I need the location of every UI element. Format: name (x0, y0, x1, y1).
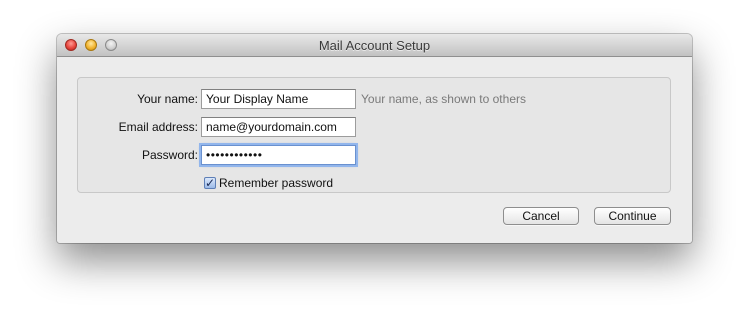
your-name-field[interactable]: Your Display Name (201, 89, 356, 109)
email-address-field[interactable]: name@yourdomain.com (201, 117, 356, 137)
password-label: Password: (141, 148, 198, 162)
email-address-label: Email address: (118, 120, 198, 134)
mail-account-setup-window: Mail Account Setup Your name: Your Displ… (57, 34, 692, 243)
your-name-label: Your name: (137, 92, 198, 106)
remember-password-checkbox[interactable]: ✓ (204, 177, 216, 189)
account-form-group: Your name: Your Display Name Your name, … (77, 77, 671, 193)
continue-button[interactable]: Continue (594, 207, 671, 225)
titlebar[interactable]: Mail Account Setup (57, 34, 692, 57)
remember-password-label[interactable]: Remember password (219, 176, 333, 190)
screen: Mail Account Setup Your name: Your Displ… (0, 0, 749, 323)
your-name-hint: Your name, as shown to others (361, 92, 526, 106)
password-field[interactable]: •••••••••••• (201, 145, 356, 165)
cancel-button[interactable]: Cancel (503, 207, 579, 225)
window-title: Mail Account Setup (318, 38, 431, 53)
